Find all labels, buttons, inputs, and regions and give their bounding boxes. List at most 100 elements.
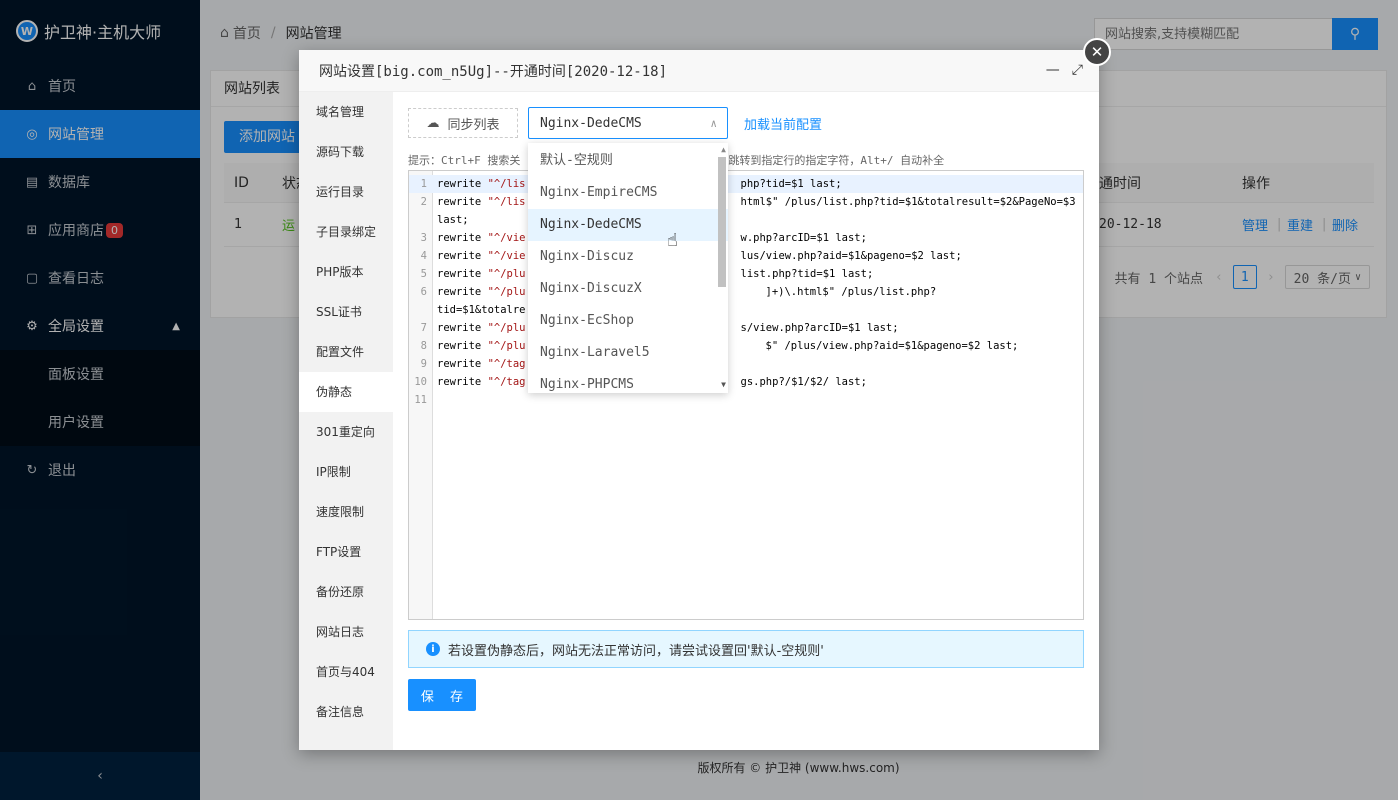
load-current-config-link[interactable]: 加载当前配置	[744, 114, 822, 133]
code-line: 10 rewrite "^/tag gs.php?/$1/$2/ last;	[409, 373, 1083, 391]
tab-item[interactable]: SSL证书	[299, 292, 393, 332]
line-number: 2	[420, 196, 427, 208]
code-string: "^/plu	[487, 322, 526, 334]
code-tail: $" /plus/view.php?aid=$1&pageno=$2 last;	[765, 340, 1019, 352]
dropdown-option[interactable]: 默认-空规则	[528, 145, 728, 177]
code-editor[interactable]: 1 rewrite "^/lis php?tid=$1 last; 2 rewrite …	[408, 170, 1084, 620]
code-tail: list.php?tid=$1 last;	[740, 268, 874, 280]
dropdown-option[interactable]: Nginx-DiscuzX	[528, 273, 728, 305]
code-tail: php?tid=$1 last;	[740, 178, 842, 190]
code-keyword: rewrite	[437, 376, 488, 388]
line-number: 10	[414, 376, 427, 388]
pointer-cursor-icon: ☝	[667, 230, 678, 251]
sync-label: 同步列表	[447, 117, 500, 133]
code-text: rewrite "^/tag	[437, 355, 526, 373]
code-tail: gs.php?/$1/$2/ last;	[740, 376, 867, 388]
code-line: last;	[409, 211, 1083, 229]
dropdown-option[interactable]: Nginx-EcShop	[528, 305, 728, 337]
code-line: 11	[409, 391, 1083, 409]
minimize-icon[interactable]: —	[1046, 62, 1060, 78]
code-tail: html$" /plus/list.php?tid=$1&totalresult…	[740, 196, 1076, 208]
code-line: 9 rewrite "^/tag	[409, 355, 1083, 373]
tab-item[interactable]: 备份还原	[299, 572, 393, 612]
code-string: "^/plu	[487, 268, 526, 280]
code-keyword: rewrite	[437, 178, 488, 190]
code-string: "^/lis	[487, 196, 526, 208]
code-keyword: rewrite	[437, 232, 488, 244]
code-line: 5 rewrite "^/plu list.php?tid=$1 last;	[409, 265, 1083, 283]
tab-item[interactable]: 网站日志	[299, 612, 393, 652]
dropdown-option[interactable]: Nginx-PHPCMS	[528, 369, 728, 393]
tab-item[interactable]: FTP设置	[299, 532, 393, 572]
code-keyword: rewrite	[437, 286, 488, 298]
code-keyword: last;	[437, 214, 469, 226]
code-line: 8 rewrite "^/plu $" /plus/view.php?aid=$1&…	[409, 337, 1083, 355]
code-string: "^/plu	[487, 340, 526, 352]
code-line: 1 rewrite "^/lis php?tid=$1 last;	[409, 175, 1083, 193]
code-line: 4 rewrite "^/vie lus/view.php?aid=$1&pagen…	[409, 247, 1083, 265]
tab-item[interactable]: 域名管理	[299, 92, 393, 132]
tab-item[interactable]: 301重定向	[299, 412, 393, 452]
code-tail: ]+)\.html$" /plus/list.php?	[765, 286, 937, 298]
code-tail: w.php?arcID=$1 last;	[740, 232, 867, 244]
dropdown-option[interactable]: Nginx-Laravel5	[528, 337, 728, 369]
code-string: "^/tag	[487, 376, 526, 388]
save-button[interactable]: 保 存	[408, 679, 476, 711]
tab-item[interactable]: 源码下载	[299, 132, 393, 172]
dropdown-scroll-thumb[interactable]	[718, 157, 726, 287]
tab-item[interactable]: 首页与404	[299, 652, 393, 692]
tab-item[interactable]: IP限制	[299, 452, 393, 492]
tab-item[interactable]: 速度限制	[299, 492, 393, 532]
dropdown-option[interactable]: Nginx-Discuz	[528, 241, 728, 273]
code-string: "^/vie	[487, 250, 526, 262]
code-line: 3 rewrite "^/vie w.php?arcID=$1 last;	[409, 229, 1083, 247]
tab-item[interactable]: 子目录绑定	[299, 212, 393, 252]
code-keyword: rewrite	[437, 268, 488, 280]
modal-title: 网站设置[big.com_n5Ug]--开通时间[2020-12-18]	[299, 50, 1099, 92]
line-number: 7	[420, 322, 427, 334]
code-keyword: rewrite	[437, 322, 488, 334]
settings-tabs: 域名管理 源码下载 运行目录 子目录绑定 PHP版本 SSL证书 配置文件 伪静态 301重定向…	[299, 92, 393, 750]
code-string: "^/vie	[487, 232, 526, 244]
code-line: tid=$1&totalre	[409, 301, 1083, 319]
tab-item[interactable]: 运行目录	[299, 172, 393, 212]
code-tail: s/view.php?arcID=$1 last;	[740, 322, 899, 334]
rewrite-content: ☁ 同步列表 Nginx-DedeCMS ∧ 加载当前配置 提示：Ctrl+F …	[393, 92, 1099, 750]
scroll-down-icon: ▼	[721, 380, 726, 389]
rewrite-rule-select[interactable]: Nginx-DedeCMS ∧	[528, 107, 728, 139]
tab-item[interactable]: 备注信息	[299, 692, 393, 732]
chevron-up-icon: ∧	[710, 116, 717, 130]
line-number: 1	[420, 178, 427, 190]
code-keyword: rewrite	[437, 250, 488, 262]
hint-tail: 跳转到指定行的指定字符，Alt+/ 自动补全	[728, 154, 945, 167]
scroll-up-icon: ▲	[721, 145, 726, 154]
code-keyword: rewrite	[437, 358, 488, 370]
tab-item[interactable]: 配置文件	[299, 332, 393, 372]
code-text: tid=$1&totalre	[437, 301, 526, 319]
code-string: "^/tag	[487, 358, 526, 370]
code-keyword: rewrite	[437, 196, 488, 208]
line-number: 9	[420, 358, 427, 370]
hint-head: 提示：Ctrl+F 搜索关	[408, 154, 521, 167]
code-string: "^/plu	[487, 286, 526, 298]
dropdown-option[interactable]: Nginx-DedeCMS	[528, 209, 728, 241]
code-keyword: rewrite	[437, 340, 488, 352]
code-line: 2 rewrite "^/lis html$" /plus/list.php?tid…	[409, 193, 1083, 211]
code-line: 7 rewrite "^/plu s/view.php?arcID=$1 last;	[409, 319, 1083, 337]
code-string: "^/lis	[487, 178, 526, 190]
rule-dropdown: 默认-空规则 Nginx-EmpireCMS Nginx-DedeCMS Nginx-…	[528, 143, 728, 393]
close-icon[interactable]: ✕	[1083, 38, 1111, 66]
code-text: last;	[437, 211, 469, 229]
maximize-icon[interactable]: ⤢	[1072, 62, 1083, 78]
line-number: 3	[420, 232, 427, 244]
modal-controls: — ⤢	[1046, 62, 1083, 78]
dropdown-option[interactable]: Nginx-EmpireCMS	[528, 177, 728, 209]
code-tail: lus/view.php?aid=$1&pageno=$2 last;	[740, 250, 962, 262]
tab-item[interactable]: 伪静态	[299, 372, 393, 412]
line-number: 11	[414, 394, 427, 406]
code-line: 6 rewrite "^/plu]+)\.html$" /plus/list.ph…	[409, 283, 1083, 301]
tab-item[interactable]: PHP版本	[299, 252, 393, 292]
info-icon: i	[426, 642, 440, 656]
sync-list-button[interactable]: ☁ 同步列表	[408, 108, 518, 138]
warning-alert: i 若设置伪静态后，网站无法正常访问，请尝试设置回'默认-空规则'	[408, 630, 1084, 668]
